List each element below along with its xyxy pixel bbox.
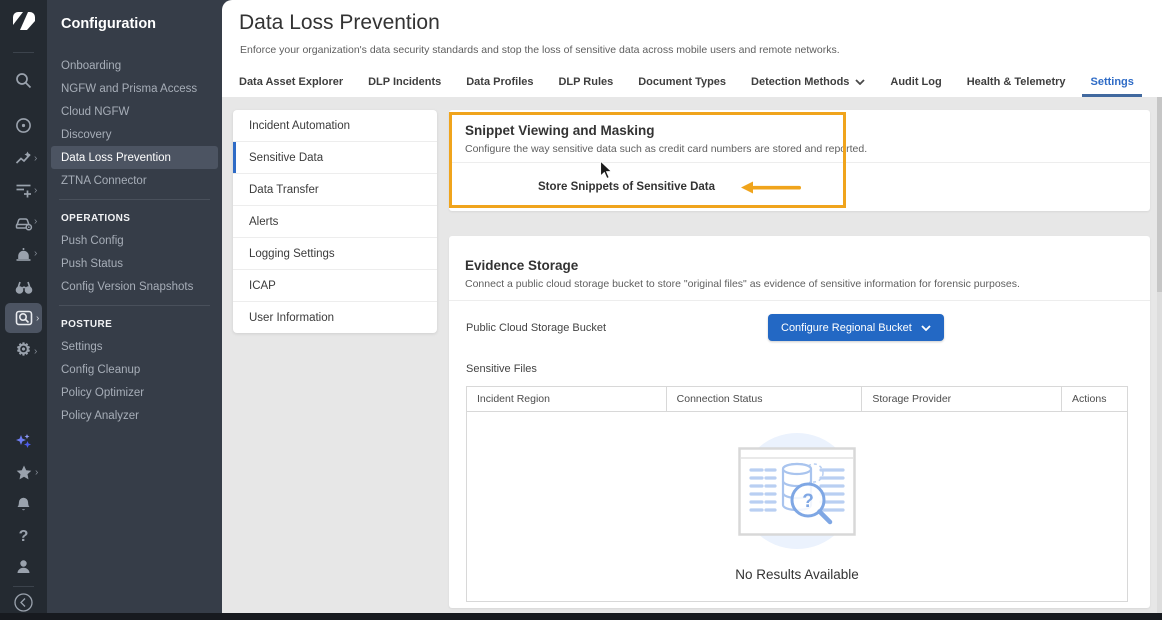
tab-data-profiles[interactable]: Data Profiles bbox=[466, 66, 533, 97]
chevron-right-icon: › bbox=[34, 249, 37, 259]
subnav-item-user-information[interactable]: User Information bbox=[233, 302, 437, 333]
tab-dlp-incidents[interactable]: DLP Incidents bbox=[368, 66, 441, 97]
public-cloud-storage-bucket-label: Public Cloud Storage Bucket bbox=[466, 322, 606, 334]
evidence-storage-card: Evidence Storage Connect a public cloud … bbox=[449, 236, 1150, 608]
subnav-item-icap[interactable]: ICAP bbox=[233, 270, 437, 302]
page-title: Data Loss Prevention bbox=[239, 11, 440, 35]
collapse-sidebar-icon[interactable] bbox=[0, 592, 47, 613]
settings-subnav: Incident Automation Sensitive Data Data … bbox=[233, 110, 437, 333]
tab-detection-methods[interactable]: Detection Methods bbox=[751, 66, 865, 97]
config-sidebar: Configuration Onboarding NGFW and Prisma… bbox=[47, 0, 222, 620]
tab-bar: Data Asset Explorer DLP Incidents Data P… bbox=[239, 66, 1134, 97]
tab-settings[interactable]: Settings bbox=[1090, 66, 1133, 97]
column-incident-region[interactable]: Incident Region bbox=[467, 387, 667, 412]
workflows-icon[interactable]: › bbox=[0, 182, 47, 200]
sidebar-item-data-loss-prevention[interactable]: Data Loss Prevention bbox=[51, 146, 218, 169]
bottom-edge-bar bbox=[0, 613, 1162, 620]
divider bbox=[449, 300, 1150, 301]
subnav-item-data-transfer[interactable]: Data Transfer bbox=[233, 174, 437, 206]
table-empty-row: ? No Results Available bbox=[467, 412, 1128, 602]
search-icon[interactable] bbox=[0, 72, 47, 90]
no-results-text: No Results Available bbox=[735, 567, 859, 582]
subnav-item-sensitive-data[interactable]: Sensitive Data bbox=[233, 142, 437, 174]
main-area: Data Loss Prevention Enforce your organi… bbox=[222, 0, 1162, 620]
discovery-radar-icon[interactable] bbox=[0, 117, 47, 135]
subnav-item-alerts[interactable]: Alerts bbox=[233, 206, 437, 238]
chevron-down-icon bbox=[921, 325, 931, 331]
brand-logo-icon[interactable] bbox=[0, 9, 47, 33]
sidebar-item-push-config[interactable]: Push Config bbox=[47, 229, 222, 252]
snippet-viewing-masking-card: Snippet Viewing and Masking Configure th… bbox=[449, 110, 1150, 211]
tab-data-asset-explorer[interactable]: Data Asset Explorer bbox=[239, 66, 343, 97]
sensitive-files-table: Incident Region Connection Status Storag… bbox=[466, 386, 1128, 602]
help-icon[interactable]: ? bbox=[0, 528, 47, 546]
subnav-item-logging-settings[interactable]: Logging Settings bbox=[233, 238, 437, 270]
snippet-card-description: Configure the way sensitive data such as… bbox=[465, 143, 867, 155]
tab-dlp-rules[interactable]: DLP Rules bbox=[558, 66, 613, 97]
sidebar-item-push-status[interactable]: Push Status bbox=[47, 252, 222, 275]
sidebar-item-ztna-connector[interactable]: ZTNA Connector bbox=[47, 169, 222, 192]
chevron-right-icon: › bbox=[36, 314, 39, 324]
page-header: Data Loss Prevention Enforce your organi… bbox=[222, 0, 1162, 97]
evidence-storage-description: Connect a public cloud storage bucket to… bbox=[465, 278, 1020, 290]
chevron-down-icon bbox=[855, 79, 865, 85]
tab-audit-log[interactable]: Audit Log bbox=[890, 66, 941, 97]
favorites-star-icon[interactable]: › bbox=[0, 464, 47, 482]
snippet-card-title: Snippet Viewing and Masking bbox=[465, 123, 655, 138]
sidebar-title: Configuration bbox=[61, 16, 156, 32]
chevron-right-icon: › bbox=[34, 154, 37, 164]
sidebar-item-config-version-snapshots[interactable]: Config Version Snapshots bbox=[47, 275, 222, 298]
configure-regional-bucket-button[interactable]: Configure Regional Bucket bbox=[768, 314, 944, 341]
ai-copilot-sparkles-icon[interactable] bbox=[0, 432, 47, 451]
divider bbox=[13, 52, 34, 53]
table-header-row: Incident Region Connection Status Storag… bbox=[467, 387, 1128, 412]
notifications-bell-icon[interactable] bbox=[0, 496, 47, 514]
deployments-icon[interactable]: › bbox=[0, 214, 47, 232]
column-storage-provider[interactable]: Storage Provider bbox=[862, 387, 1062, 412]
column-connection-status[interactable]: Connection Status bbox=[666, 387, 862, 412]
no-results-icon: ? bbox=[738, 447, 856, 537]
sidebar-item-ngfw-prisma-access[interactable]: NGFW and Prisma Access bbox=[47, 77, 222, 100]
configuration-icon[interactable]: › bbox=[0, 310, 47, 328]
tab-document-types[interactable]: Document Types bbox=[638, 66, 726, 97]
column-actions[interactable]: Actions bbox=[1062, 387, 1128, 412]
scrollbar-thumb[interactable] bbox=[1157, 97, 1162, 292]
sidebar-item-discovery[interactable]: Discovery bbox=[47, 123, 222, 146]
empty-state: ? No Results Available bbox=[467, 431, 1127, 582]
insights-icon[interactable]: › bbox=[0, 150, 47, 168]
chevron-right-icon: › bbox=[34, 217, 37, 227]
sidebar-item-policy-optimizer[interactable]: Policy Optimizer bbox=[47, 381, 222, 404]
chevron-right-icon: › bbox=[34, 347, 37, 357]
sidebar-menu: Onboarding NGFW and Prisma Access Cloud … bbox=[47, 54, 222, 427]
sidebar-item-onboarding[interactable]: Onboarding bbox=[47, 54, 222, 77]
chevron-right-icon: › bbox=[34, 186, 37, 196]
divider bbox=[59, 199, 210, 200]
tab-health-telemetry[interactable]: Health & Telemetry bbox=[967, 66, 1066, 97]
subnav-item-incident-automation[interactable]: Incident Automation bbox=[233, 110, 437, 142]
divider bbox=[59, 305, 210, 306]
svg-text:?: ? bbox=[802, 491, 814, 512]
evidence-storage-title: Evidence Storage bbox=[465, 258, 578, 273]
icon-rail: › › › › › ⚙ › › ? bbox=[0, 0, 47, 620]
sensitive-files-label: Sensitive Files bbox=[466, 363, 537, 375]
settings-gear-icon[interactable]: ⚙ › bbox=[0, 342, 47, 360]
sidebar-section-posture: POSTURE bbox=[47, 313, 222, 335]
sidebar-section-operations: OPERATIONS bbox=[47, 207, 222, 229]
store-snippets-row: Store Snippets of Sensitive Data bbox=[449, 163, 1150, 211]
settings-content: Incident Automation Sensitive Data Data … bbox=[222, 97, 1162, 613]
chevron-right-icon: › bbox=[35, 468, 38, 478]
sidebar-item-cloud-ngfw[interactable]: Cloud NGFW bbox=[47, 100, 222, 123]
store-snippets-label[interactable]: Store Snippets of Sensitive Data bbox=[538, 181, 715, 193]
user-profile-icon[interactable] bbox=[0, 558, 47, 576]
divider bbox=[13, 586, 34, 587]
monitor-binoculars-icon[interactable] bbox=[0, 278, 47, 296]
highlight-arrow-icon bbox=[741, 181, 803, 194]
sidebar-item-settings[interactable]: Settings bbox=[47, 335, 222, 358]
page-subtitle: Enforce your organization's data securit… bbox=[240, 44, 840, 56]
sidebar-item-config-cleanup[interactable]: Config Cleanup bbox=[47, 358, 222, 381]
incidents-alerts-icon[interactable]: › bbox=[0, 246, 47, 264]
sidebar-item-policy-analyzer[interactable]: Policy Analyzer bbox=[47, 404, 222, 427]
scrollbar[interactable] bbox=[1157, 97, 1162, 613]
